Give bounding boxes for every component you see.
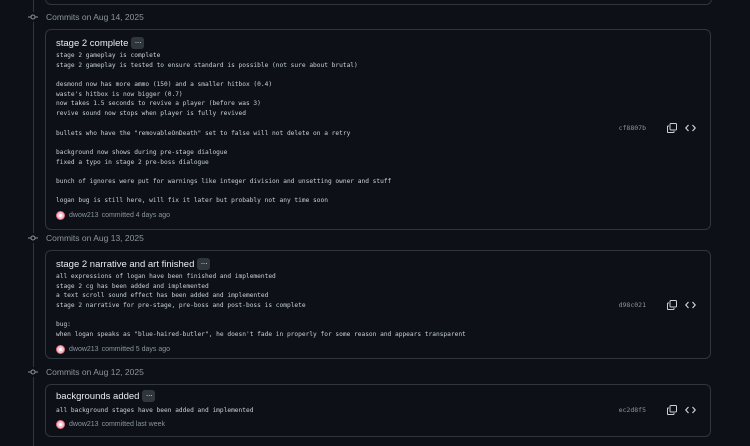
day-header: Commits on Aug 14, 2025 bbox=[28, 9, 144, 25]
commit-message-line: fixed a typo in stage 2 pre-boss dialogu… bbox=[56, 158, 209, 166]
day-header-label: Commits on Aug 13, 2025 bbox=[46, 233, 144, 243]
commit-actions: d98c021 bbox=[619, 299, 696, 310]
commit-message-line: stage 2 narrative for pre-stage, pre-bos… bbox=[56, 302, 306, 310]
commit-message-line: all expressions of logan have been finis… bbox=[56, 273, 276, 280]
commit-message-line bbox=[56, 139, 391, 149]
code-icon[interactable] bbox=[685, 122, 696, 133]
commit-sha-link[interactable]: cf8807b bbox=[619, 124, 646, 132]
previous-commit-card bbox=[45, 0, 712, 5]
day-header: Commits on Aug 13, 2025 bbox=[28, 230, 144, 246]
commit-message-line: stage 2 gameplay is tested to ensure sta… bbox=[56, 61, 358, 69]
commit-author-row: dwow213 committed 5 days ago bbox=[56, 345, 170, 354]
ellipsis-icon[interactable]: ··· bbox=[131, 37, 145, 49]
commit-message-body: all background stages have been added an… bbox=[56, 407, 253, 417]
ellipsis-icon[interactable]: ··· bbox=[142, 390, 156, 402]
commit-message-line: now takes 1.5 seconds to revive a player… bbox=[56, 100, 261, 108]
commit-title[interactable]: stage 2 narrative and art finished bbox=[56, 259, 194, 270]
commit-title[interactable]: stage 2 complete bbox=[56, 38, 128, 49]
commit-message-line bbox=[56, 312, 466, 322]
commit-title[interactable]: backgrounds added bbox=[56, 391, 139, 402]
commit-message-line bbox=[56, 188, 391, 198]
commit-message-line bbox=[56, 120, 391, 130]
user-avatar[interactable] bbox=[56, 420, 65, 429]
commit-message-line: revive sound now stops when player is fu… bbox=[56, 110, 246, 118]
author-link[interactable]: dwow213 bbox=[69, 212, 99, 219]
commit-message-line: stage 2 gameplay is complete bbox=[56, 52, 161, 59]
user-avatar[interactable] bbox=[56, 211, 65, 220]
author-link[interactable]: dwow213 bbox=[69, 421, 99, 428]
commit-sha-link[interactable]: d98c021 bbox=[619, 301, 646, 309]
copy-icon[interactable] bbox=[666, 122, 677, 133]
commit-sha-link[interactable]: ec2d8f5 bbox=[619, 406, 646, 414]
git-commit-icon bbox=[28, 12, 38, 22]
author-link[interactable]: dwow213 bbox=[69, 346, 99, 353]
commit-actions: ec2d8f5 bbox=[619, 404, 696, 415]
commit-message-body: all expressions of logan have been finis… bbox=[56, 273, 466, 341]
commit-message-line: bug: bbox=[56, 321, 71, 329]
commit-time: committed last week bbox=[101, 421, 165, 428]
copy-icon[interactable] bbox=[666, 299, 677, 310]
commit-time: committed 4 days ago bbox=[101, 212, 171, 219]
git-commit-icon bbox=[28, 367, 38, 377]
commit-card: stage 2 complete ··· stage 2 gameplay is… bbox=[45, 29, 711, 230]
commit-message-body: stage 2 gameplay is complete stage 2 gam… bbox=[56, 52, 391, 207]
ellipsis-icon[interactable]: ··· bbox=[197, 258, 211, 270]
commit-message-line: all background stages have been added an… bbox=[56, 407, 254, 414]
commit-author-row: dwow213 committed 4 days ago bbox=[56, 211, 170, 220]
commit-card: stage 2 narrative and art finished ··· a… bbox=[45, 250, 711, 359]
git-commit-icon bbox=[28, 233, 38, 243]
commit-time: committed 5 days ago bbox=[101, 346, 171, 353]
commit-actions: cf8807b bbox=[619, 122, 696, 133]
commit-message-line: a text scroll sound effect has been adde… bbox=[56, 292, 269, 300]
user-avatar[interactable] bbox=[56, 345, 65, 354]
commit-message-line: when logan speaks as "blue-haired-butler… bbox=[56, 331, 466, 339]
commit-author-row: dwow213 committed last week bbox=[56, 420, 165, 429]
copy-icon[interactable] bbox=[666, 404, 677, 415]
code-icon[interactable] bbox=[685, 404, 696, 415]
commit-message-line: desmond now has more ammo (150) and a sm… bbox=[56, 81, 273, 89]
commit-message-line bbox=[56, 168, 391, 178]
commit-message-line: bullets who have the "removableOnDeath" … bbox=[56, 129, 351, 137]
commit-message-line: waste's hitbox is now bigger (0.7) bbox=[56, 90, 183, 98]
code-icon[interactable] bbox=[685, 299, 696, 310]
commit-message-line: logan bug is still here, will fix it lat… bbox=[56, 197, 328, 205]
day-header-label: Commits on Aug 14, 2025 bbox=[46, 12, 144, 22]
commit-message-line: stage 2 cg has been added and implemente… bbox=[56, 282, 209, 290]
commit-message-line: background now shows during pre-stage di… bbox=[56, 148, 228, 156]
commit-message-line bbox=[56, 71, 391, 81]
day-header-label: Commits on Aug 12, 2025 bbox=[46, 367, 144, 377]
commit-message-line: bunch of ignores were put for warnings l… bbox=[56, 177, 392, 185]
day-header: Commits on Aug 12, 2025 bbox=[28, 364, 144, 380]
commit-card: backgrounds added ··· all background sta… bbox=[45, 384, 711, 437]
